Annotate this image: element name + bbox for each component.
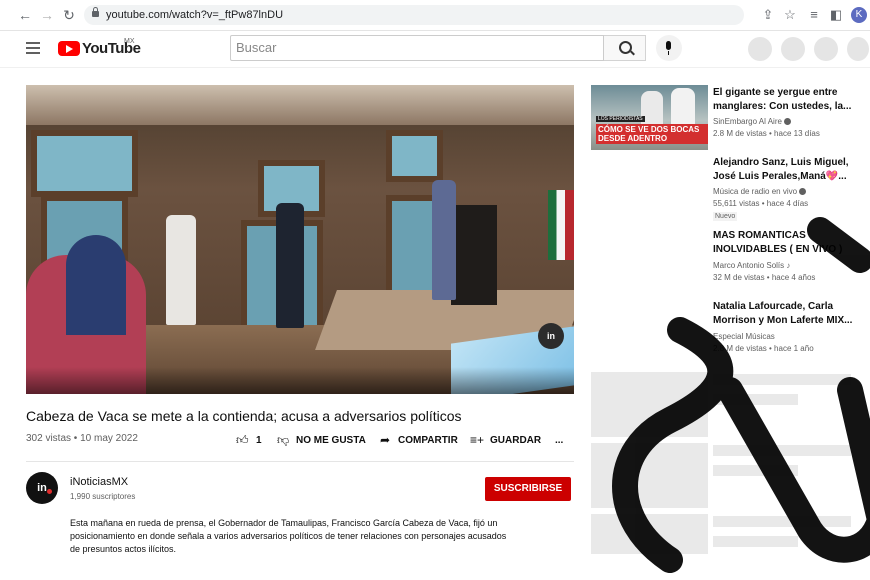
recommendation-stats: 2.8 M de vistas • hace 1 año (713, 344, 814, 353)
channel-name[interactable]: iNoticiasMX (70, 476, 128, 488)
header-placeholder-4 (847, 37, 869, 61)
recommendation-stats: 55,611 vistas • hace 4 días (713, 199, 809, 208)
recommendation-channel[interactable]: Especial Músicas (713, 331, 775, 342)
new-badge: Nuevo (713, 212, 738, 221)
placeholder-line (713, 536, 798, 547)
placeholder-line (713, 516, 851, 527)
verified-icon (799, 188, 807, 196)
player-controls[interactable] (26, 367, 574, 394)
lock-icon (92, 7, 99, 17)
reload-icon[interactable]: ↻ (60, 6, 78, 24)
region-code: MX (124, 38, 135, 45)
menu-icon[interactable] (26, 42, 40, 54)
youtube-header: YouTube MX Buscar (0, 31, 870, 67)
search-input[interactable]: Buscar (230, 35, 604, 61)
recommendation-channel[interactable]: Marco Antonio Solís ♪ (713, 260, 790, 271)
share-page-icon[interactable]: ⇪ (760, 7, 776, 23)
subscribe-button[interactable]: SUSCRIBIRSE (485, 477, 571, 501)
placeholder-line (713, 445, 851, 456)
channel-avatar[interactable]: in (26, 472, 58, 504)
dislike-button[interactable]: NO ME GUSTA (296, 435, 366, 446)
reading-list-icon[interactable]: ≡ (806, 7, 822, 23)
recommendation-title[interactable]: MAS ROMANTICAS INOLVIDABLES ( EN VIVO ) (713, 229, 853, 257)
back-icon[interactable]: ← (16, 6, 34, 24)
recommendation-channel[interactable]: SinEmbargo Al Aire (713, 116, 791, 127)
search-icon (619, 41, 632, 54)
share-button[interactable]: COMPARTIR (398, 435, 458, 446)
header-placeholder-1 (748, 37, 772, 61)
url-text: youtube.com/watch?v=_ftPw87lnDU (106, 9, 284, 21)
profile-avatar[interactable]: K (851, 7, 867, 23)
bookmark-star-icon[interactable]: ☆ (782, 7, 798, 23)
channel-watermark-badge: in (538, 323, 564, 349)
placeholder-line (713, 465, 798, 476)
video-player[interactable]: in (26, 85, 574, 394)
thumbnail-tag: LOS PERIODISTAS (596, 116, 645, 122)
placeholder-line (713, 394, 798, 405)
video-views-date: 302 vistas • 10 may 2022 (26, 433, 138, 444)
recommendation-title[interactable]: Alejandro Sanz, Luis Miguel, José Luis P… (713, 156, 853, 184)
placeholder-thumbnail (591, 443, 708, 508)
subscriber-count: 1,990 suscriptores (70, 492, 136, 501)
youtube-play-icon (58, 41, 80, 56)
recommendation-channel[interactable]: Música de radio en vivo (713, 186, 807, 197)
save-playlist-icon[interactable]: ≡+ (470, 433, 484, 447)
video-description: Esta mañana en rueda de prensa, el Gober… (70, 518, 507, 554)
recommendation-title[interactable]: El gigante se yergue entre manglares: Co… (713, 86, 853, 114)
browser-toolbar: ← → ↻ youtube.com/watch?v=_ftPw87lnDU ⇪ … (0, 0, 870, 31)
header-placeholder-2 (781, 37, 805, 61)
more-actions-button[interactable]: ... (555, 435, 563, 446)
thumbnail-caption: CÓMO SE VE DOS BOCAS DESDE ADENTRO (596, 124, 708, 144)
header-divider (0, 67, 870, 68)
like-count[interactable]: 1 (256, 435, 262, 446)
recommendation-stats: 2.8 M de vistas • hace 13 días (713, 129, 820, 138)
voice-search-icon[interactable] (656, 35, 682, 61)
recommendation-title[interactable]: Natalia Lafourcade, Carla Morrison y Mon… (713, 300, 853, 328)
header-placeholder-3 (814, 37, 838, 61)
search-button[interactable] (604, 35, 646, 61)
placeholder-thumbnail (591, 514, 708, 554)
verified-icon (783, 118, 791, 126)
recommendation-stats: 32 M de vistas • hace 4 años (713, 273, 816, 282)
divider (26, 461, 574, 462)
placeholder-line (713, 374, 851, 385)
address-bar[interactable]: youtube.com/watch?v=_ftPw87lnDU (84, 5, 744, 25)
save-button[interactable]: GUARDAR (490, 435, 541, 446)
recommendation-thumbnail[interactable]: LOS PERIODISTAS CÓMO SE VE DOS BOCAS DES… (591, 85, 708, 150)
video-title: Cabeza de Vaca se mete a la contienda; a… (26, 408, 462, 424)
side-panel-icon[interactable]: ◧ (828, 7, 844, 23)
forward-icon[interactable]: → (38, 6, 56, 24)
like-icon[interactable]: 👍︎ (236, 433, 249, 448)
placeholder-thumbnail (591, 372, 708, 437)
dislike-icon[interactable]: 👎︎ (277, 433, 289, 448)
share-icon[interactable]: ➦ (380, 433, 390, 447)
